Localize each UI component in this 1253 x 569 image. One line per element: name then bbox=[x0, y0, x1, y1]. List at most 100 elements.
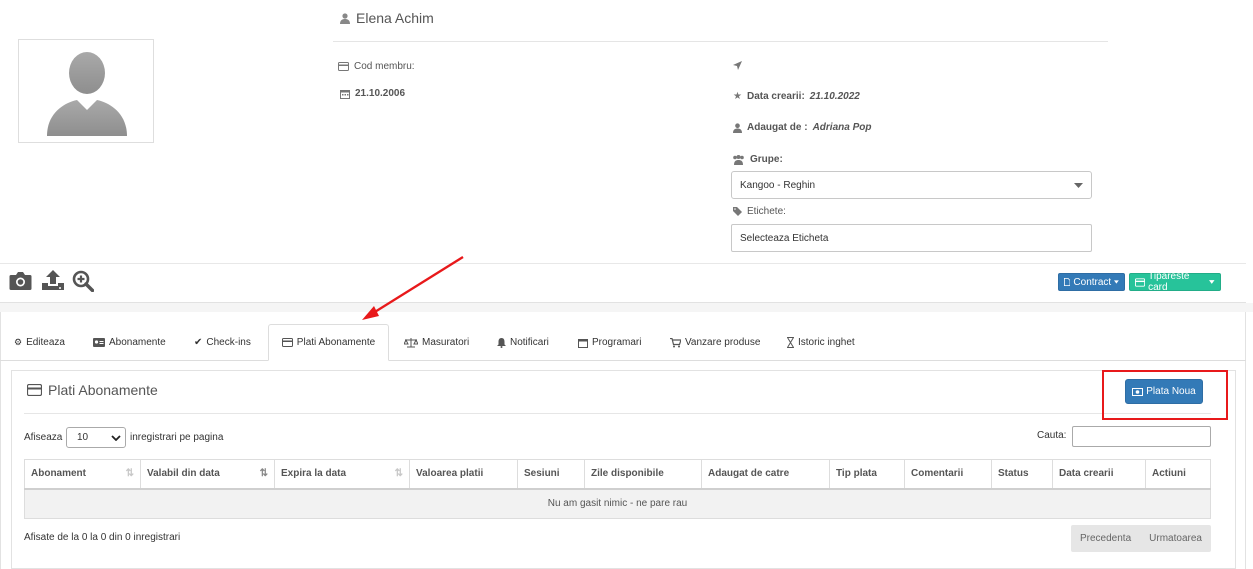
sort-icon: ⇅ bbox=[394, 468, 403, 479]
col-status[interactable]: Status bbox=[991, 459, 1053, 490]
print-card-button-label: Tipareste card bbox=[1148, 271, 1190, 293]
tab-label: Istoric inghet bbox=[798, 337, 855, 348]
length-prefix: Afiseaza bbox=[24, 432, 63, 443]
search-input[interactable] bbox=[1072, 426, 1211, 447]
panel-divider bbox=[24, 413, 1211, 414]
column-label: Abonament bbox=[31, 468, 86, 480]
col-valabil-din-data[interactable]: Valabil din data ⇅ bbox=[140, 459, 275, 490]
highlight-box bbox=[1102, 370, 1228, 420]
added-by-row: Adaugat de : Adriana Pop bbox=[733, 122, 871, 133]
groups-label: Grupe: bbox=[750, 154, 783, 165]
tab-label: Masuratori bbox=[422, 337, 470, 348]
user-silhouette-icon bbox=[47, 52, 127, 136]
groups-row: Grupe: bbox=[732, 154, 783, 165]
profile-toolbar: Contract Tipareste card bbox=[0, 263, 1246, 303]
annotation-arrow bbox=[362, 255, 464, 320]
location-row bbox=[733, 61, 742, 70]
col-data-crearii[interactable]: Data crearii bbox=[1052, 459, 1146, 490]
tab-notificari[interactable]: Notificari bbox=[489, 324, 557, 361]
tab-label: Notificari bbox=[510, 337, 549, 348]
bell-icon bbox=[497, 337, 506, 348]
groups-select[interactable]: Kangoo - Reghin bbox=[731, 171, 1092, 199]
birth-date-row: 21.10.2006 bbox=[340, 88, 405, 99]
tab-istoric-inghet[interactable]: Istoric inghet bbox=[779, 324, 863, 361]
next-page-button[interactable]: Urmatoarea bbox=[1149, 533, 1202, 544]
file-icon bbox=[1064, 277, 1071, 287]
caret-down-icon bbox=[1074, 182, 1083, 188]
zoom-in-icon[interactable] bbox=[72, 270, 95, 295]
col-zile-disponibile[interactable]: Zile disponibile bbox=[584, 459, 702, 490]
tab-programari[interactable]: Programari bbox=[570, 324, 649, 361]
tab-vanzare-produse[interactable]: Vanzare produse bbox=[662, 324, 768, 361]
caret-down-icon bbox=[1114, 280, 1119, 284]
search-label: Cauta: bbox=[1037, 430, 1067, 441]
user-icon bbox=[340, 12, 350, 24]
col-adaugat-de-catre[interactable]: Adaugat de catre bbox=[701, 459, 830, 490]
page-length-select[interactable]: 10 bbox=[66, 427, 126, 448]
table-row: Nu am gasit nimic - ne pare rau bbox=[24, 488, 1211, 519]
tab-check-ins[interactable]: ✔ Check-ins bbox=[186, 324, 259, 361]
id-card-icon bbox=[93, 338, 105, 347]
column-label: Expira la data bbox=[281, 468, 347, 480]
tab-masuratori[interactable]: Masuratori bbox=[396, 324, 477, 361]
prev-page-button[interactable]: Precedenta bbox=[1080, 533, 1131, 544]
cart-icon bbox=[670, 337, 681, 347]
users-group-icon bbox=[733, 154, 744, 165]
empty-message: Nu am gasit nimic - ne pare rau bbox=[24, 488, 1211, 519]
contract-button[interactable]: Contract bbox=[1058, 273, 1125, 291]
col-comentarii[interactable]: Comentarii bbox=[904, 459, 992, 490]
id-card-icon bbox=[1135, 277, 1146, 287]
contract-button-label: Contract bbox=[1073, 276, 1112, 288]
upload-icon[interactable] bbox=[42, 270, 64, 294]
col-valoarea-platii[interactable]: Valoarea platii bbox=[409, 459, 518, 490]
payments-table: Abonament ⇅ Valabil din data ⇅ Expira la d… bbox=[24, 459, 1211, 519]
user-icon bbox=[733, 122, 742, 133]
tab-editeaza[interactable]: ⚙ Editeaza bbox=[6, 324, 73, 361]
created-value: 21.10.2022 bbox=[809, 91, 860, 102]
header-divider bbox=[333, 41, 1108, 42]
tab-label: Check-ins bbox=[206, 337, 251, 348]
sort-desc-icon: ⇅ bbox=[259, 468, 268, 479]
column-label: Status bbox=[998, 468, 1029, 480]
tab-label: Plati Abonamente bbox=[296, 337, 376, 348]
calendar-icon bbox=[578, 338, 588, 348]
check-icon: ✔ bbox=[194, 337, 203, 348]
column-label: Valoarea platii bbox=[416, 468, 484, 480]
column-label: Sesiuni bbox=[524, 468, 560, 480]
member-code-row: Cod membru: bbox=[338, 61, 415, 72]
credit-card-icon bbox=[338, 62, 349, 71]
col-abonament[interactable]: Abonament ⇅ bbox=[24, 459, 141, 490]
col-actiuni[interactable]: Actiuni bbox=[1145, 459, 1211, 490]
tab-abonamente[interactable]: Abonamente bbox=[85, 324, 174, 361]
table-header-row: Abonament ⇅ Valabil din data ⇅ Expira la d… bbox=[24, 459, 1211, 490]
panel-title-row: Plati Abonamente bbox=[27, 382, 158, 398]
column-label: Zile disponibile bbox=[591, 468, 664, 480]
caret-down-icon bbox=[1209, 280, 1215, 284]
groups-select-value: Kangoo - Reghin bbox=[740, 179, 816, 191]
camera-icon[interactable] bbox=[9, 270, 32, 294]
pagination: Precedenta Urmatoarea bbox=[1071, 525, 1211, 552]
column-label: Comentarii bbox=[911, 468, 964, 480]
scale-icon bbox=[404, 337, 418, 347]
print-card-button[interactable]: Tipareste card bbox=[1129, 271, 1221, 293]
col-tip-plata[interactable]: Tip plata bbox=[829, 459, 905, 490]
calendar-icon bbox=[340, 89, 350, 99]
tags-select[interactable]: Selecteaza Eticheta bbox=[731, 224, 1092, 252]
tab-label: Editeaza bbox=[26, 337, 65, 348]
hourglass-icon bbox=[787, 337, 794, 348]
tags-label: Etichete: bbox=[747, 206, 786, 217]
page-length-value: 10 bbox=[77, 432, 89, 443]
tab-plati-abonamente[interactable]: Plati Abonamente bbox=[268, 324, 389, 361]
tags-row: Etichete: bbox=[733, 206, 786, 217]
profile-name: Elena Achim bbox=[356, 10, 434, 26]
col-sesiuni[interactable]: Sesiuni bbox=[517, 459, 585, 490]
column-label: Actiuni bbox=[1152, 468, 1186, 480]
tab-label: Abonamente bbox=[109, 337, 166, 348]
section-gap bbox=[0, 303, 1253, 312]
credit-card-icon bbox=[281, 338, 293, 347]
added-by-label: Adaugat de : bbox=[747, 122, 808, 133]
tag-icon bbox=[733, 207, 742, 216]
tags-placeholder: Selecteaza Eticheta bbox=[740, 232, 829, 244]
col-expira-la-data[interactable]: Expira la data ⇅ bbox=[274, 459, 410, 490]
tab-label: Programari bbox=[592, 337, 642, 348]
